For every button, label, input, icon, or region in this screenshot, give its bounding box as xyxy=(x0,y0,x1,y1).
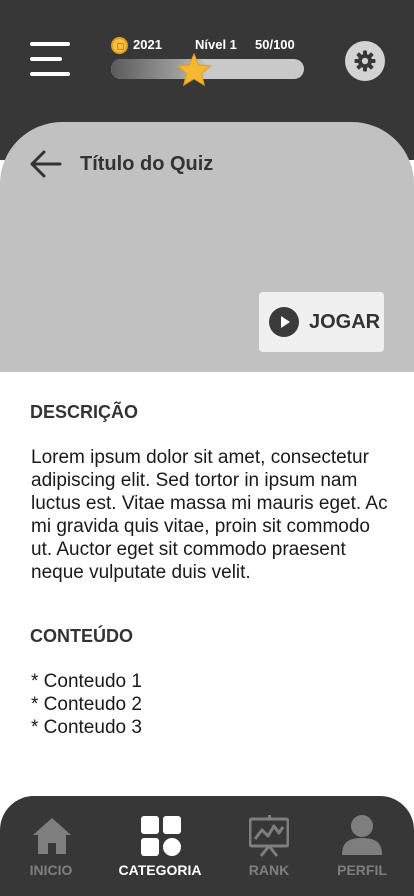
nav-item-inicio[interactable]: INICIO xyxy=(11,796,91,896)
play-button[interactable]: JOGAR xyxy=(259,292,384,352)
nav-item-perfil[interactable]: PERFIL xyxy=(322,796,402,896)
rank-chart-icon xyxy=(249,815,289,857)
description-text: Lorem ipsum dolor sit amet, consectetur … xyxy=(31,447,388,583)
nav-label: CATEGORIA xyxy=(118,862,202,878)
list-item: * Conteudo 1 xyxy=(31,671,142,692)
nav-label: INICIO xyxy=(29,862,73,878)
home-icon xyxy=(33,818,71,854)
coin-count: 2021 xyxy=(133,37,162,52)
list-item: * Conteudo 2 xyxy=(31,694,142,715)
nav-item-rank[interactable]: RANK xyxy=(229,796,309,896)
quiz-title: Título do Quiz xyxy=(80,153,214,175)
nav-item-categoria[interactable]: CATEGORIA xyxy=(115,796,205,896)
content-list: * Conteudo 1 * Conteudo 2 * Conteudo 3 xyxy=(31,670,142,739)
play-icon xyxy=(269,307,299,337)
bottom-nav: INICIO CATEGORIA RANK PERFIL xyxy=(0,796,414,896)
profile-icon xyxy=(342,815,382,855)
nav-label: PERFIL xyxy=(337,862,387,878)
arrow-left-icon[interactable] xyxy=(30,150,62,178)
description-heading: DESCRIÇÃO xyxy=(30,402,139,422)
content-heading: CONTEÚDO xyxy=(30,626,133,646)
star-icon xyxy=(176,53,212,87)
hamburger-menu-icon[interactable] xyxy=(30,42,70,78)
play-button-label: JOGAR xyxy=(309,311,381,333)
gear-icon xyxy=(354,50,376,72)
xp-counter: 50/100 xyxy=(255,37,295,52)
list-item: * Conteudo 3 xyxy=(31,717,142,738)
level-label: Nível 1 xyxy=(195,37,237,52)
settings-button[interactable] xyxy=(345,41,385,81)
category-icon xyxy=(141,816,181,856)
nav-label: RANK xyxy=(248,862,290,878)
coin-icon xyxy=(111,37,128,54)
